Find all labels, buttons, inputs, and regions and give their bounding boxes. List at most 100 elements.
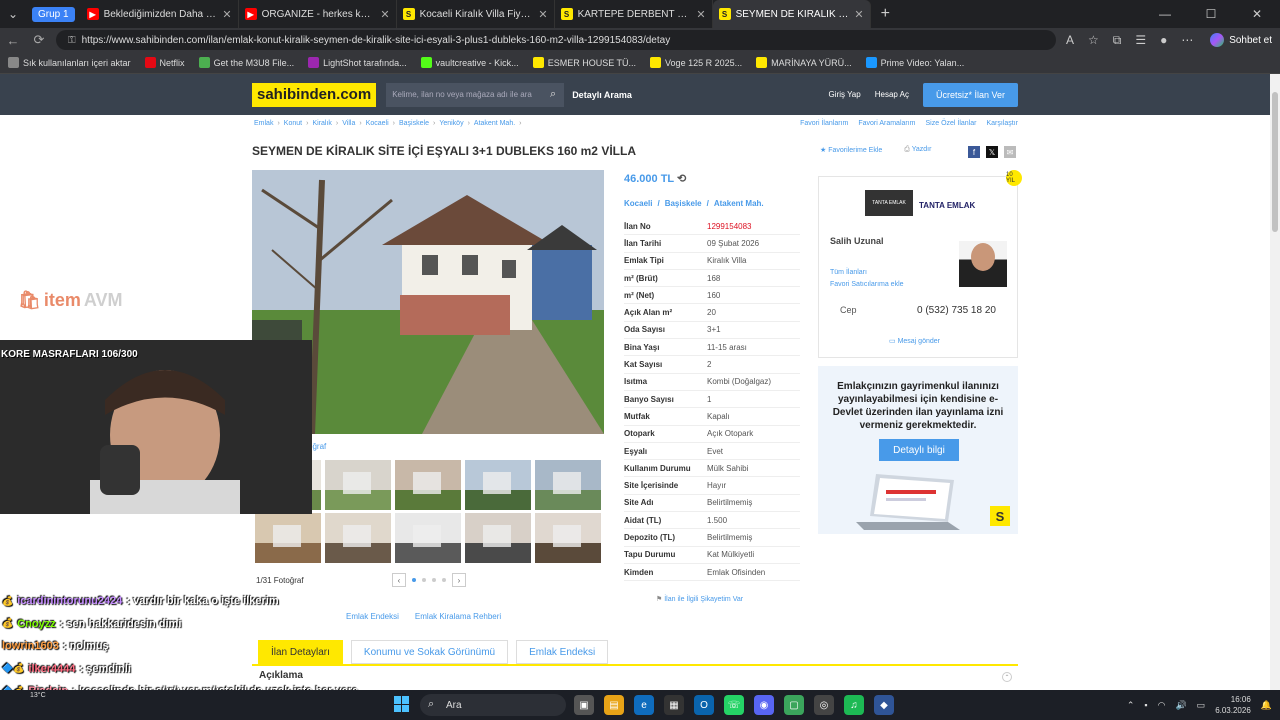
kiralama-rehberi-link[interactable]: Emlak Kiralama Rehberi <box>415 612 501 621</box>
close-tab-icon[interactable]: ✕ <box>380 8 389 21</box>
photo-thumbnail[interactable] <box>395 513 461 563</box>
photo-thumbnail[interactable] <box>465 460 531 510</box>
detail-tab[interactable]: Konumu ve Sokak Görünümü <box>350 640 509 664</box>
store-icon[interactable]: ▦ <box>664 695 684 715</box>
x-share-icon[interactable]: 𝕏 <box>986 146 998 158</box>
ad-details-button[interactable]: Detaylı bilgi <box>879 439 959 461</box>
bookmark-item[interactable]: LightShot tarafında... <box>308 57 407 68</box>
location-link[interactable]: Kocaeli <box>624 199 652 208</box>
task-view-icon[interactable]: ▣ <box>574 695 594 715</box>
all-listings-link[interactable]: Tüm İlanları <box>830 267 904 279</box>
bookmark-item[interactable]: Netflix <box>144 57 185 68</box>
edge-icon[interactable]: e <box>634 695 654 715</box>
agency-logo[interactable]: TANTA EMLAK <box>865 190 913 216</box>
taskbar-search-input[interactable]: ⌕ Ara <box>420 694 566 716</box>
outlook-icon[interactable]: O <box>694 695 714 715</box>
reload-icon[interactable]: ⟳ <box>26 32 52 48</box>
facebook-share-icon[interactable]: f <box>968 146 980 158</box>
breadcrumb-item[interactable]: Yeniköy <box>439 120 463 127</box>
whatsapp-icon[interactable]: ☏ <box>724 695 744 715</box>
agency-name[interactable]: TANTA EMLAK <box>919 201 975 210</box>
bookmark-item[interactable]: Get the M3U8 File... <box>198 57 294 68</box>
tray-chevron-icon[interactable]: ⌃ <box>1127 700 1135 711</box>
phone-number[interactable]: 0 (532) 735 18 20 <box>917 305 996 316</box>
sahibinden-logo[interactable]: sahibinden.com <box>252 82 377 107</box>
complaint-link[interactable]: ⚑ İlan ile İlgili Şikayetim Var <box>656 595 743 603</box>
maximize-icon[interactable]: ☐ <box>1188 7 1234 21</box>
bookmark-item[interactable]: ESMER HOUSE TÜ... <box>532 57 636 68</box>
register-link[interactable]: Hesap Aç <box>875 90 909 99</box>
breadcrumb-item[interactable]: Villa <box>342 120 355 127</box>
email-share-icon[interactable]: ✉ <box>1004 146 1016 158</box>
browser-tab[interactable]: S Kocaeli Kiralık Villa Fiyatları sahibin… <box>397 0 555 28</box>
notifications-icon[interactable]: 🔔 <box>1261 700 1272 711</box>
copilot-chat-button[interactable]: Sohbet et <box>1210 33 1272 47</box>
site-search-input[interactable]: Kelime, ilan no veya mağaza adı ile ara … <box>386 82 565 107</box>
edevlet-ad-banner[interactable]: Emlakçınızın gayrimenkul ilanınızı yayın… <box>818 366 1018 534</box>
send-message-link[interactable]: ▭ Mesaj gönder <box>889 337 940 345</box>
photo-thumbnail[interactable] <box>395 460 461 510</box>
detailed-search-link[interactable]: Detaylı Arama <box>572 90 632 100</box>
bookmark-item[interactable]: vaultcreative - Kick... <box>420 57 519 68</box>
breadcrumb-item[interactable]: Emlak <box>254 120 273 127</box>
close-tab-icon[interactable]: ✕ <box>696 8 705 21</box>
breadcrumb-item[interactable]: Konut <box>284 120 302 127</box>
login-link[interactable]: Giriş Yap <box>829 90 861 99</box>
obs-icon[interactable]: ◎ <box>814 695 834 715</box>
bookmark-item[interactable]: Voge 125 R 2025... <box>650 57 742 68</box>
close-tab-icon[interactable]: ✕ <box>854 8 863 21</box>
price-history-icon[interactable]: ⟲ <box>677 173 686 185</box>
network-icon[interactable]: ◠ <box>1158 700 1166 711</box>
account-link[interactable]: Karşılaştır <box>986 120 1018 127</box>
post-listing-button[interactable]: Ücretsiz* İlan Ver <box>922 82 1018 107</box>
photo-thumbnail[interactable] <box>535 460 601 510</box>
photo-thumbnail[interactable] <box>325 460 391 510</box>
spotify-icon[interactable]: ♫ <box>844 695 864 715</box>
account-link[interactable]: Favori İlanlarım <box>800 120 848 127</box>
battery-icon[interactable]: ▭ <box>1197 700 1206 711</box>
bookmark-item[interactable]: Sık kullanılanları içeri aktar <box>8 57 131 68</box>
tab-group-chip[interactable]: Grup 1 <box>32 6 75 22</box>
app-icon[interactable]: ▢ <box>784 695 804 715</box>
close-tab-icon[interactable]: ✕ <box>538 8 547 21</box>
breadcrumb-item[interactable]: Atakent Mah. <box>474 120 515 127</box>
breadcrumb-item[interactable]: Başiskele <box>399 120 429 127</box>
prev-photo-icon[interactable]: ‹ <box>392 573 406 587</box>
bookmark-item[interactable]: Prime Video: Yalan... <box>865 57 964 68</box>
photo-thumbnail[interactable] <box>325 513 391 563</box>
volume-icon[interactable]: 🔊 <box>1175 700 1186 711</box>
photo-thumbnail[interactable] <box>535 513 601 563</box>
close-tab-icon[interactable]: ✕ <box>222 8 231 21</box>
close-window-icon[interactable]: ✕ <box>1234 7 1280 21</box>
bookmark-item[interactable]: MARİNAYA YÜRÜ... <box>756 57 852 68</box>
clock[interactable]: 16:06 6.03.2026 <box>1215 694 1251 716</box>
file-explorer-icon[interactable]: ▤ <box>604 695 624 715</box>
site-info-icon[interactable]: ⚿ <box>68 35 76 46</box>
search-icon[interactable]: ⌕ <box>550 88 556 101</box>
breadcrumb-item[interactable]: Kiralık <box>312 120 331 127</box>
favorites-icon[interactable]: ☰ <box>1135 33 1146 47</box>
browser-tab[interactable]: S KARTEPE DERBENT DAĞ EVLERİ SA ✕ <box>555 0 713 28</box>
extensions-icon[interactable]: ⧉ <box>1113 33 1122 48</box>
pager-dot[interactable] <box>442 578 446 582</box>
next-photo-icon[interactable]: › <box>452 573 466 587</box>
scrollbar-thumb[interactable] <box>1272 92 1278 232</box>
collapse-chevron-icon[interactable]: ⌃ <box>1002 672 1012 682</box>
detail-tab[interactable]: Emlak Endeksi <box>516 640 609 664</box>
print-link[interactable]: ⎙ Yazdır <box>904 146 931 154</box>
photo-thumbnail[interactable] <box>255 513 321 563</box>
read-aloud-icon[interactable]: A <box>1066 33 1074 47</box>
tray-app-icon[interactable]: ▪ <box>1144 700 1147 710</box>
more-menu-icon[interactable]: ⋯ <box>1181 33 1193 47</box>
weather-widget[interactable]: 13°C <box>30 692 46 699</box>
app-icon[interactable]: ◆ <box>874 695 894 715</box>
back-arrow-icon[interactable]: ← <box>0 33 26 48</box>
browser-tab[interactable]: S SEYMEN DE KİRALIK SİTE İÇİ EŞYAL ✕ <box>712 0 871 28</box>
browser-tab[interactable]: ▶ ORGANIZE - herkes kendine yakışı ✕ <box>239 0 397 28</box>
add-favorite-link[interactable]: ★ Favorilerime Ekle <box>820 146 882 154</box>
profile-avatar-icon[interactable]: ● <box>1160 33 1167 47</box>
browser-tab[interactable]: ▶ Beklediğimizden Daha Samimi Bir ✕ <box>81 0 239 28</box>
location-link[interactable]: Başiskele <box>665 199 702 208</box>
discord-icon[interactable]: ◉ <box>754 695 774 715</box>
breadcrumb-item[interactable]: Kocaeli <box>366 120 389 127</box>
